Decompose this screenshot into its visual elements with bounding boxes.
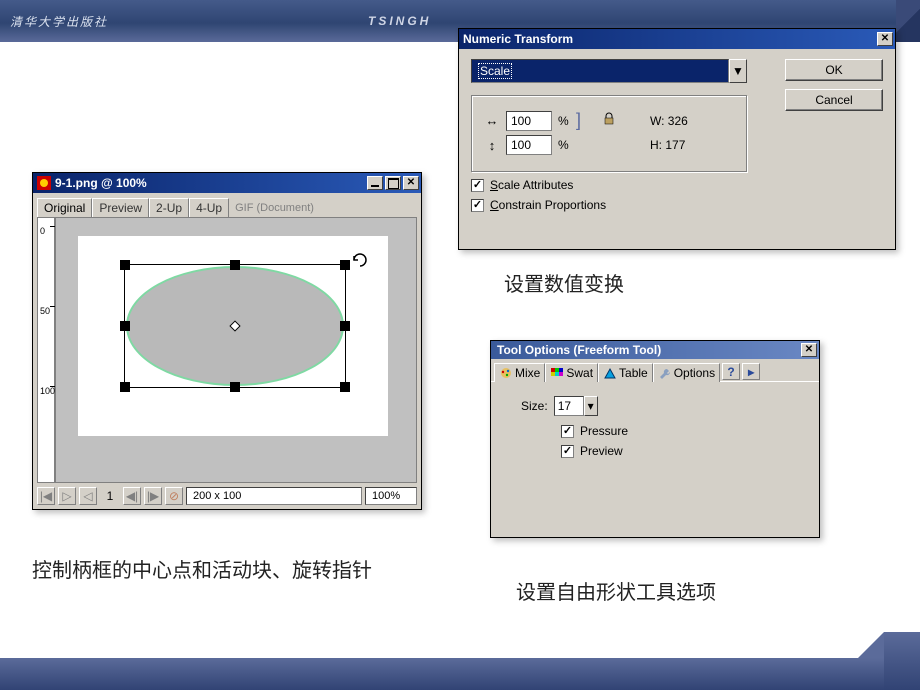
fireworks-icon bbox=[37, 176, 51, 190]
scale-attributes-label: Scale Attributes bbox=[490, 178, 573, 192]
prev-frame-button[interactable]: ◁ bbox=[79, 487, 97, 505]
palette-body: Size: ▾ Pressure Preview bbox=[491, 381, 819, 468]
transform-type-combo[interactable]: Scale ▼ bbox=[471, 59, 747, 83]
cancel-button[interactable]: Cancel bbox=[785, 89, 883, 111]
rotate-cursor-icon bbox=[351, 251, 369, 269]
tool-options-titlebar[interactable]: Tool Options (Freeform Tool) ✕ bbox=[491, 341, 819, 359]
bounding-box[interactable] bbox=[124, 264, 346, 388]
tab-preview[interactable]: Preview bbox=[92, 198, 149, 217]
handle-middle-left[interactable] bbox=[120, 321, 130, 331]
horizontal-scale-input[interactable] bbox=[506, 111, 552, 131]
size-label: Size: bbox=[521, 399, 548, 413]
footer-side bbox=[884, 632, 920, 690]
caption-numeric-transform: 设置数值变换 bbox=[504, 268, 624, 297]
tool-options-palette: Tool Options (Freeform Tool) ✕ Mixe Swat… bbox=[490, 340, 820, 538]
handle-top-middle[interactable] bbox=[230, 260, 240, 270]
gif-document-label: GIF (Document) bbox=[229, 200, 320, 216]
tab-2up[interactable]: 2-Up bbox=[149, 198, 189, 217]
pressure-checkbox[interactable]: Pressure bbox=[561, 424, 807, 438]
preview-label: Preview bbox=[580, 444, 623, 458]
dropdown-button[interactable]: ▼ bbox=[729, 59, 747, 83]
publisher-label: 清华大学出版社 bbox=[10, 13, 108, 30]
mixer-icon bbox=[499, 367, 513, 380]
numeric-transform-titlebar[interactable]: Numeric Transform ✕ bbox=[459, 29, 895, 49]
status-bar: |◀ ▷ ◁ 1 ◀| |▶ ⊘ 200 x 100 100% bbox=[35, 485, 419, 507]
numeric-transform-title: Numeric Transform bbox=[463, 32, 875, 46]
checkbox-icon bbox=[561, 425, 574, 438]
handle-middle-right[interactable] bbox=[340, 321, 350, 331]
spinner-button[interactable]: ▾ bbox=[584, 396, 598, 416]
help-button[interactable]: ? bbox=[722, 363, 740, 380]
height-label: H: 177 bbox=[650, 138, 704, 152]
caption-control-handles: 控制柄框的中心点和活动块、旋转指针 bbox=[32, 554, 372, 583]
page-footer bbox=[0, 658, 920, 690]
lock-icon[interactable] bbox=[602, 112, 616, 129]
handle-top-left[interactable] bbox=[120, 260, 130, 270]
horizontal-arrow-icon: ↔ bbox=[484, 113, 500, 128]
size-spinner[interactable]: ▾ bbox=[554, 396, 598, 416]
image-window: 9-1.png @ 100% ✕ Original Preview 2-Up 4… bbox=[32, 172, 422, 510]
zoom-level[interactable]: 100% bbox=[365, 487, 417, 505]
canvas-area[interactable] bbox=[55, 217, 417, 483]
tab-mixer[interactable]: Mixe bbox=[494, 363, 545, 382]
image-window-titlebar[interactable]: 9-1.png @ 100% ✕ bbox=[33, 173, 421, 193]
view-tabs: Original Preview 2-Up 4-Up GIF (Document… bbox=[33, 193, 421, 216]
play-button[interactable]: ▷ bbox=[58, 487, 76, 505]
tab-original[interactable]: Original bbox=[37, 198, 92, 217]
frame-number: 1 bbox=[100, 489, 120, 503]
checkbox-icon bbox=[471, 199, 484, 212]
tab-options[interactable]: Options bbox=[653, 363, 720, 382]
header-corner bbox=[896, 0, 920, 42]
footer-corner bbox=[858, 632, 884, 658]
constrain-proportions-label: Constrain Proportions bbox=[490, 198, 606, 212]
tab-swatches[interactable]: Swat bbox=[545, 363, 598, 382]
palette-tabs: Mixe Swat Table Options ? ▸ bbox=[491, 359, 819, 381]
handle-bottom-left[interactable] bbox=[120, 382, 130, 392]
canvas-dimensions[interactable]: 200 x 100 bbox=[186, 487, 362, 505]
link-bracket-icon: ] bbox=[576, 110, 594, 131]
pressure-label: Pressure bbox=[580, 424, 628, 438]
canvas-page bbox=[78, 236, 388, 436]
vertical-scale-input[interactable] bbox=[506, 135, 552, 155]
minimize-button[interactable] bbox=[367, 176, 383, 190]
center-point[interactable] bbox=[229, 320, 240, 331]
handle-bottom-middle[interactable] bbox=[230, 382, 240, 392]
scale-attributes-checkbox[interactable]: Scale Attributes bbox=[471, 178, 775, 192]
constrain-proportions-checkbox[interactable]: Constrain Proportions bbox=[471, 198, 775, 212]
tool-options-title: Tool Options (Freeform Tool) bbox=[497, 343, 799, 357]
stop-button[interactable]: ⊘ bbox=[165, 487, 183, 505]
percent-label: % bbox=[558, 114, 570, 128]
preview-checkbox[interactable]: Preview bbox=[561, 444, 807, 458]
checkbox-icon bbox=[471, 179, 484, 192]
close-button[interactable]: ✕ bbox=[801, 343, 817, 357]
prev-button[interactable]: ◀| bbox=[123, 487, 141, 505]
tab-table[interactable]: Table bbox=[598, 363, 653, 382]
ok-button[interactable]: OK bbox=[785, 59, 883, 81]
caption-tool-options: 设置自由形状工具选项 bbox=[516, 576, 716, 605]
tab-4up[interactable]: 4-Up bbox=[189, 198, 229, 217]
size-input[interactable] bbox=[554, 396, 584, 416]
brand-label: TSINGH bbox=[368, 14, 431, 28]
next-button[interactable]: |▶ bbox=[144, 487, 162, 505]
handle-top-right[interactable] bbox=[340, 260, 350, 270]
close-button[interactable]: ✕ bbox=[877, 32, 893, 46]
scale-field-group: ↔ % ] W: 326 ↕ % H: 177 bbox=[471, 95, 747, 172]
swatches-icon bbox=[550, 367, 564, 380]
wrench-icon bbox=[658, 367, 672, 380]
handle-bottom-right[interactable] bbox=[340, 382, 350, 392]
first-frame-button[interactable]: |◀ bbox=[37, 487, 55, 505]
numeric-transform-dialog: Numeric Transform ✕ Scale ▼ ↔ % ] bbox=[458, 28, 896, 250]
width-label: W: 326 bbox=[650, 114, 704, 128]
vertical-arrow-icon: ↕ bbox=[484, 138, 500, 153]
palette-menu-button[interactable]: ▸ bbox=[742, 363, 760, 380]
maximize-button[interactable] bbox=[385, 176, 401, 190]
vertical-ruler: 0 50 100 bbox=[37, 217, 55, 483]
image-window-title: 9-1.png @ 100% bbox=[55, 176, 365, 190]
close-button[interactable]: ✕ bbox=[403, 176, 419, 190]
checkbox-icon bbox=[561, 445, 574, 458]
table-icon bbox=[603, 367, 617, 380]
percent-label-2: % bbox=[558, 138, 570, 152]
transform-type-value: Scale bbox=[471, 59, 729, 83]
